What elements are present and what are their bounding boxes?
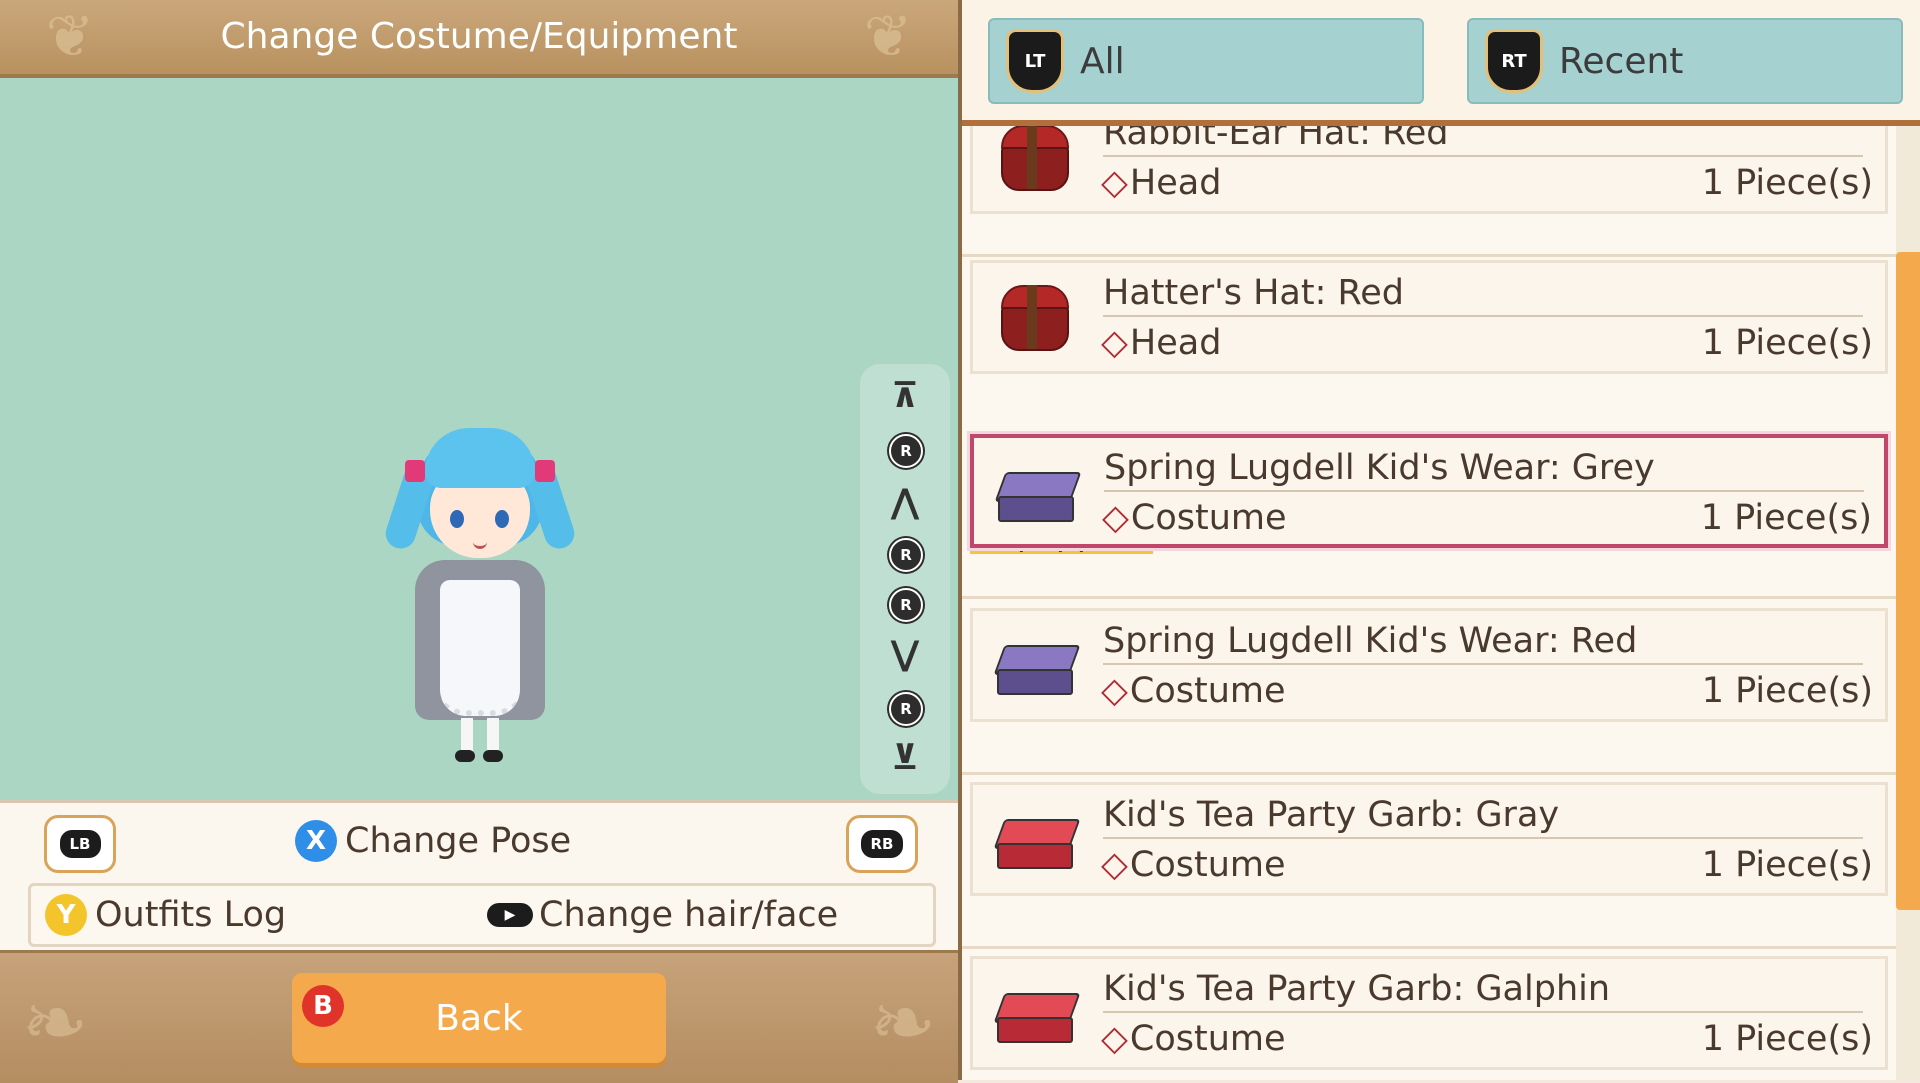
camera-controls: ⊼ R ⋀ R R ⋁ R ⊻ bbox=[860, 364, 950, 794]
list-item[interactable]: Hatter's Hat: Red ◇Head 1 Piece(s) bbox=[970, 260, 1888, 374]
item-category: ◇Costume bbox=[1101, 671, 1286, 711]
suitcase-purple-icon bbox=[994, 460, 1082, 524]
change-pose-button[interactable]: X Change Pose bbox=[295, 815, 571, 867]
item-quantity: 1 Piece(s) bbox=[1701, 845, 1873, 885]
diamond-icon: ◇ bbox=[1101, 1019, 1128, 1059]
item-quantity: 1 Piece(s) bbox=[1700, 498, 1872, 538]
scrollbar-thumb[interactable] bbox=[1896, 252, 1920, 910]
character-preview-panel: ❦ ❦ Change Costume/Equipment ⊼ R ⋀ R R ⋁… bbox=[0, 0, 958, 1083]
rt-trigger-icon: RT bbox=[1485, 29, 1543, 93]
title-bar: ❦ ❦ Change Costume/Equipment bbox=[0, 0, 958, 78]
rb-label: RB bbox=[860, 830, 904, 858]
rb-button[interactable]: RB bbox=[846, 815, 918, 873]
diamond-icon: ◇ bbox=[1101, 323, 1128, 363]
suitcase-red-icon bbox=[993, 807, 1081, 871]
list-item[interactable]: Kid's Tea Party Garb: Galphin ◇Costume 1… bbox=[970, 956, 1888, 1070]
item-name: Spring Lugdell Kid's Wear: Grey bbox=[1104, 448, 1864, 492]
tab-recent-label: Recent bbox=[1559, 40, 1684, 82]
character-model[interactable] bbox=[381, 420, 579, 770]
item-quantity: 1 Piece(s) bbox=[1701, 163, 1873, 203]
rstick-left-icon[interactable]: R bbox=[889, 538, 923, 572]
item-category-label: Costume bbox=[1130, 498, 1287, 538]
item-quantity: 1 Piece(s) bbox=[1701, 323, 1873, 363]
character-leg-right bbox=[487, 718, 499, 754]
item-category-label: Costume bbox=[1129, 845, 1286, 885]
list-item[interactable]: Kid's Tea Party Garb: Gray ◇Costume 1 Pi… bbox=[970, 782, 1888, 896]
tab-all-label: All bbox=[1080, 40, 1125, 82]
item-name: Spring Lugdell Kid's Wear: Red bbox=[1103, 621, 1863, 665]
list-separator bbox=[962, 906, 1896, 949]
item-category-label: Costume bbox=[1129, 671, 1286, 711]
hair-bow-right bbox=[535, 460, 555, 482]
item-category: ◇Costume bbox=[1101, 845, 1286, 885]
rstick-right-icon[interactable]: R bbox=[889, 588, 923, 622]
list-separator bbox=[962, 214, 1896, 257]
item-name: Kid's Tea Party Garb: Gray bbox=[1103, 795, 1863, 839]
b-button-icon: B bbox=[302, 985, 344, 1027]
back-button[interactable]: B Back bbox=[292, 973, 666, 1063]
lt-trigger-icon: LT bbox=[1006, 29, 1064, 93]
character-eye-left bbox=[450, 510, 464, 528]
ornament-bottom-right-icon: ❧ bbox=[869, 976, 937, 1069]
item-quantity: 1 Piece(s) bbox=[1701, 671, 1873, 711]
filter-bar: LT All RT Recent bbox=[962, 0, 1920, 126]
outfit-actions-bar: Y Outfits Log ▶ Change hair/face bbox=[28, 883, 936, 947]
y-button-icon: Y bbox=[45, 894, 87, 936]
list-item-selected[interactable]: Spring Lugdell Kid's Wear: Grey ◇Costume… bbox=[970, 434, 1888, 548]
item-name: Rabbit-Ear Hat: Red bbox=[1103, 126, 1863, 157]
hatbox-icon bbox=[997, 285, 1069, 351]
x-button-icon: X bbox=[295, 820, 337, 862]
list-item[interactable]: Spring Lugdell Kid's Wear: Red ◇Costume … bbox=[970, 608, 1888, 722]
back-label: Back bbox=[435, 997, 523, 1039]
item-name: Kid's Tea Party Garb: Galphin bbox=[1103, 969, 1863, 1013]
list-item[interactable]: Rabbit-Ear Hat: Red ◇Head 1 Piece(s) bbox=[970, 126, 1888, 214]
change-hair-face-button[interactable]: ▶ Change hair/face bbox=[487, 886, 838, 944]
item-list[interactable]: Rabbit-Ear Hat: Red ◇Head 1 Piece(s) Hat… bbox=[962, 126, 1896, 1080]
character-apron bbox=[440, 580, 520, 716]
camera-up-arrow-icon[interactable]: ⋀ bbox=[860, 482, 950, 522]
stick-click-icon: ▶ bbox=[487, 903, 533, 927]
tab-all[interactable]: LT All bbox=[988, 18, 1424, 104]
list-separator bbox=[962, 556, 1896, 599]
item-category: ◇Costume bbox=[1102, 498, 1287, 538]
page-title: Change Costume/Equipment bbox=[220, 16, 738, 57]
outfits-log-label: Outfits Log bbox=[95, 895, 287, 935]
character-shoe-left bbox=[455, 750, 475, 762]
ornament-bottom-left-icon: ❧ bbox=[21, 976, 89, 1069]
list-separator bbox=[962, 732, 1896, 775]
item-category-label: Head bbox=[1129, 163, 1222, 203]
item-category: ◇Head bbox=[1101, 163, 1221, 203]
character-leg-left bbox=[461, 718, 473, 754]
item-quantity: 1 Piece(s) bbox=[1701, 1019, 1873, 1059]
suitcase-purple-icon bbox=[993, 633, 1081, 697]
tab-recent[interactable]: RT Recent bbox=[1467, 18, 1903, 104]
diamond-icon: ◇ bbox=[1101, 845, 1128, 885]
item-category-label: Costume bbox=[1129, 1019, 1286, 1059]
diamond-icon: ◇ bbox=[1101, 671, 1128, 711]
lb-button[interactable]: LB bbox=[44, 815, 116, 873]
hatbox-icon bbox=[997, 126, 1069, 191]
character-eye-right bbox=[495, 510, 509, 528]
lb-label: LB bbox=[59, 830, 101, 858]
camera-bottom-arrow-icon[interactable]: ⊻ bbox=[860, 738, 950, 778]
character-shoe-right bbox=[483, 750, 503, 762]
equipment-list-panel: LT All RT Recent Rabbit-Ear Hat: Red ◇He… bbox=[958, 0, 1920, 1080]
item-name: Hatter's Hat: Red bbox=[1103, 273, 1863, 317]
suitcase-red-icon bbox=[993, 981, 1081, 1045]
change-pose-label: Change Pose bbox=[345, 821, 572, 861]
item-category: ◇Head bbox=[1101, 323, 1221, 363]
camera-down-arrow-icon[interactable]: ⋁ bbox=[860, 634, 950, 674]
item-category: ◇Costume bbox=[1101, 1019, 1286, 1059]
camera-top-arrow-icon[interactable]: ⊼ bbox=[860, 376, 950, 416]
diamond-icon: ◇ bbox=[1102, 498, 1129, 538]
character-bangs bbox=[425, 428, 535, 488]
rstick-up-icon[interactable]: R bbox=[889, 434, 923, 468]
item-category-label: Head bbox=[1129, 323, 1222, 363]
outfits-log-button[interactable]: Y Outfits Log bbox=[45, 886, 286, 944]
diamond-icon: ◇ bbox=[1101, 163, 1128, 203]
rstick-down-icon[interactable]: R bbox=[889, 692, 923, 726]
hair-bow-left bbox=[405, 460, 425, 482]
change-hair-face-label: Change hair/face bbox=[539, 895, 839, 935]
